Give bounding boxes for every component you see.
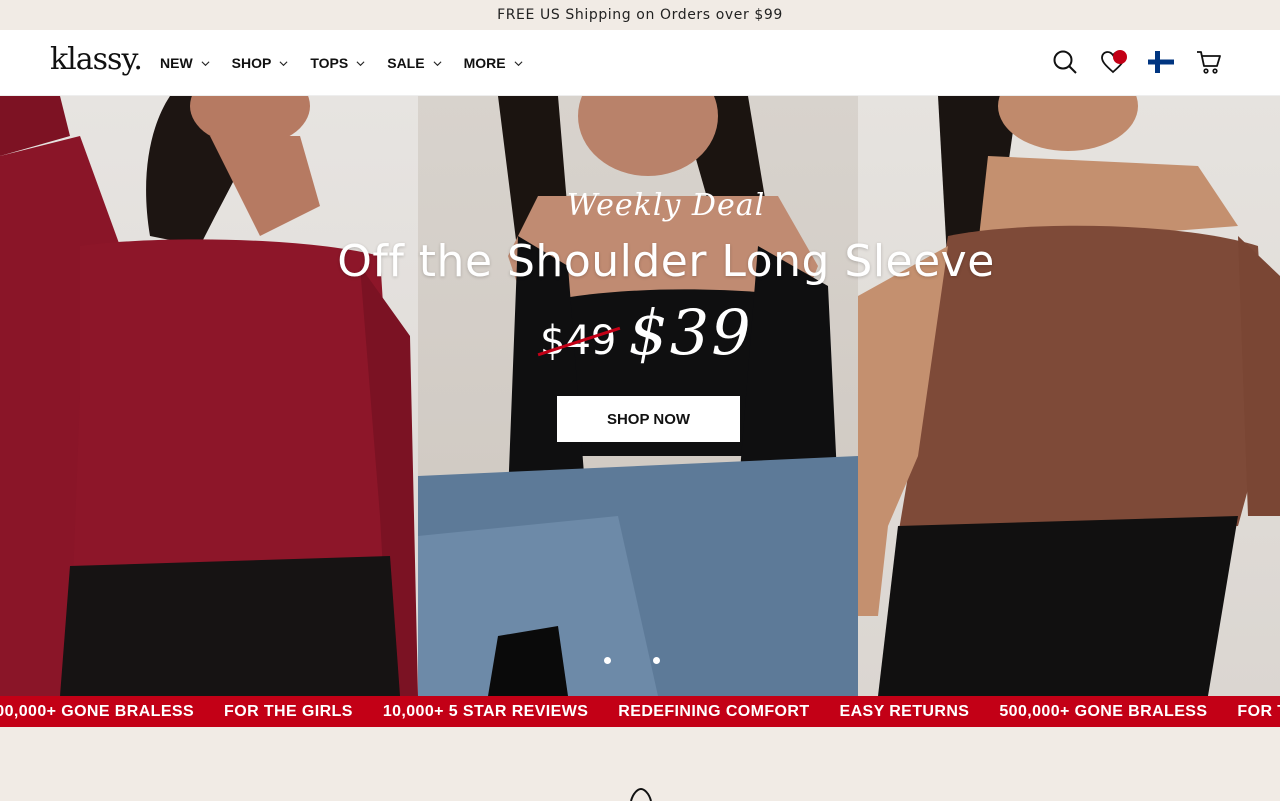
ticker-item: FOR THE GIRLS [224, 702, 353, 720]
chevron-down-icon [279, 60, 288, 66]
cart-button[interactable] [1194, 46, 1224, 78]
announcement-text: FREE US Shipping on Orders over $99 [497, 7, 783, 23]
nav-item-sale[interactable]: SALE [387, 55, 442, 71]
hero-banner[interactable]: Weekly Deal Off the Shoulder Long Sleeve… [0, 96, 1280, 696]
hero-image-burgundy [0, 96, 418, 696]
bra-icon [630, 787, 652, 801]
wishlist-button[interactable] [1098, 46, 1128, 78]
finland-flag-icon [1148, 51, 1174, 73]
chevron-down-icon [514, 60, 523, 66]
model-figure [858, 96, 1280, 696]
ticker-item: 10,000+ 5 STAR REVIEWS [382, 702, 589, 720]
main-nav: NEW SHOP TOPS SALE MORE [160, 30, 545, 96]
ticker-item: REDEFINING COMFORT [618, 702, 810, 720]
nav-item-more[interactable]: MORE [464, 55, 523, 71]
ticker-track: 500,000+ GONE BRALESS FOR THE GIRLS 10,0… [0, 696, 1280, 727]
search-button[interactable] [1050, 46, 1080, 78]
marquee-ticker: 500,000+ GONE BRALESS FOR THE GIRLS 10,0… [0, 696, 1280, 727]
header-icons [1050, 46, 1224, 78]
nav-label: SHOP [231, 55, 272, 71]
chevron-down-icon [356, 60, 365, 66]
site-header: klassy. NEW SHOP TOPS SALE MORE [0, 30, 1280, 96]
chevron-down-icon [201, 60, 210, 66]
country-selector[interactable] [1146, 46, 1176, 78]
nav-label: NEW [160, 55, 193, 71]
hero-image-brown [858, 96, 1280, 696]
cart-icon [1197, 51, 1221, 74]
ticker-item: 500,000+ GONE BRALESS [0, 702, 195, 720]
announcement-bar: FREE US Shipping on Orders over $99 [0, 0, 1280, 30]
model-figure [0, 96, 418, 696]
ticker-item: FOR THE GIRLS [1237, 702, 1280, 720]
search-icon [1053, 50, 1077, 74]
wishlist-badge [1113, 50, 1127, 64]
nav-item-shop[interactable]: SHOP [232, 55, 289, 71]
chevron-down-icon [433, 60, 442, 66]
ticker-item: 500,000+ GONE BRALESS [999, 702, 1208, 720]
nav-label: MORE [463, 55, 506, 71]
nav-item-new[interactable]: NEW [160, 55, 210, 71]
below-fold-section [0, 727, 1280, 801]
logo[interactable]: klassy. [50, 42, 143, 77]
nav-item-tops[interactable]: TOPS [310, 55, 365, 71]
nav-label: SALE [387, 55, 425, 71]
ticker-item: EASY RETURNS [839, 702, 970, 720]
shop-now-button[interactable]: SHOP NOW [557, 396, 740, 442]
nav-label: TOPS [310, 55, 349, 71]
